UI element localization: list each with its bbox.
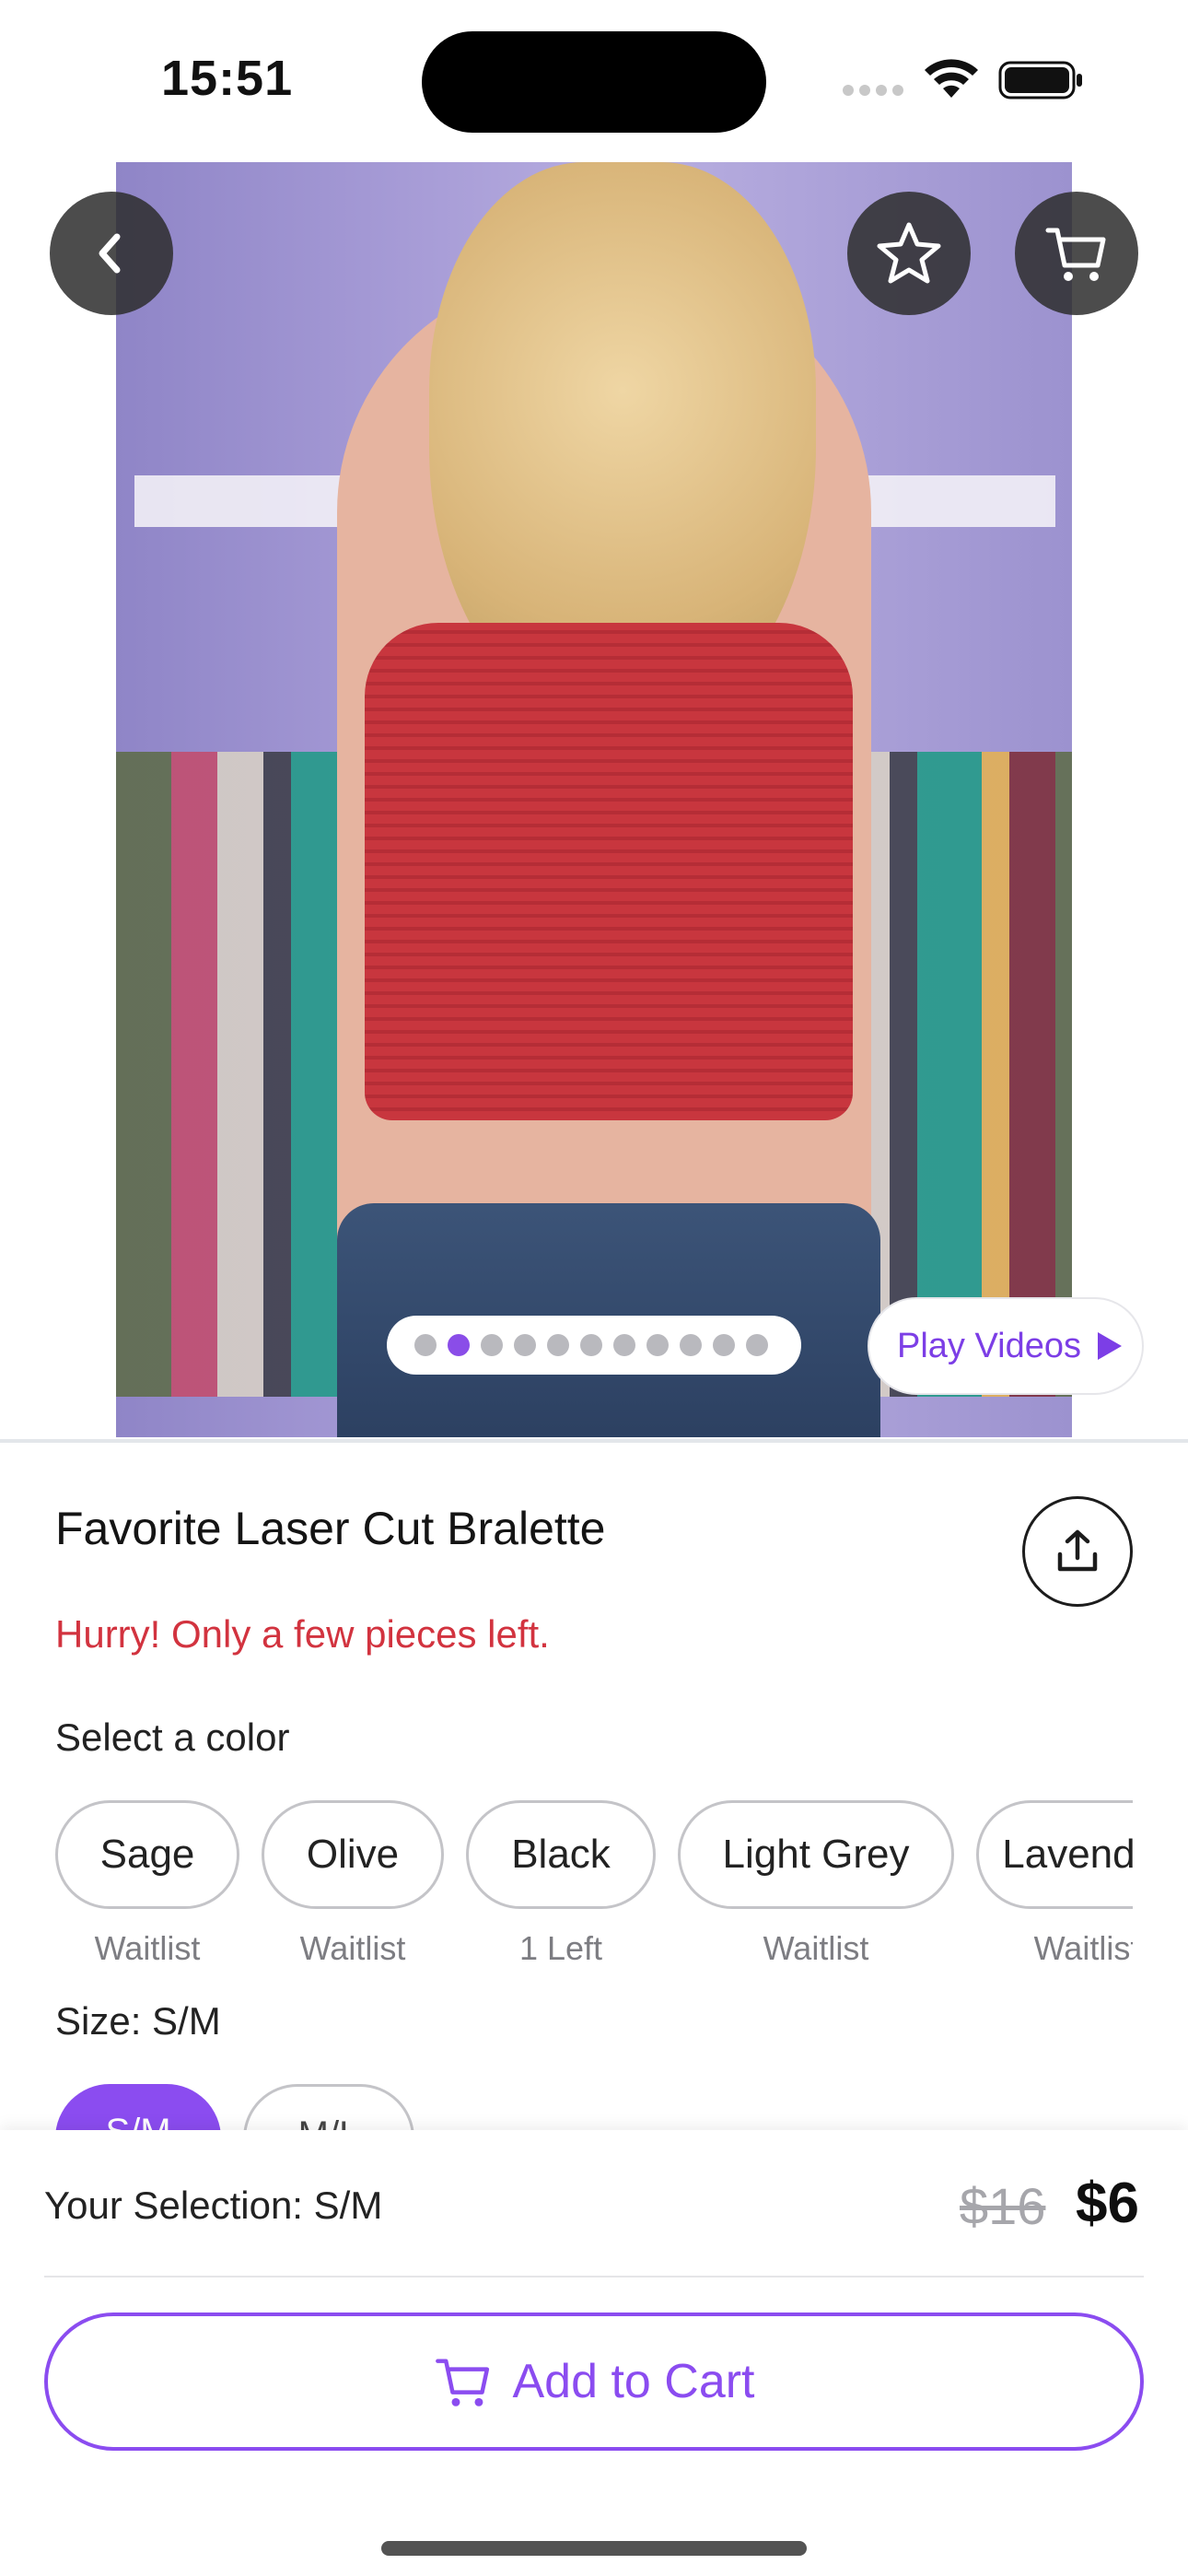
size-option-sm[interactable]: S/M bbox=[55, 2084, 221, 2132]
cellular-signal-icon bbox=[843, 85, 903, 98]
size-options: S/M M/L bbox=[55, 2084, 1133, 2132]
pagination-dot[interactable] bbox=[547, 1334, 569, 1356]
color-chip[interactable]: Sage bbox=[55, 1800, 239, 1909]
color-options: Sage Waitlist Olive Waitlist Black 1 Lef… bbox=[55, 1800, 1133, 1975]
color-option-lavender[interactable]: Lavender Waitlist bbox=[976, 1800, 1133, 1968]
pagination-dot[interactable] bbox=[448, 1334, 470, 1356]
selection-summary: Your Selection: S/M bbox=[44, 2184, 383, 2227]
pagination-dot[interactable] bbox=[613, 1334, 635, 1356]
home-indicator[interactable] bbox=[381, 2541, 807, 2556]
product-image[interactable] bbox=[116, 162, 1072, 1437]
share-icon bbox=[1057, 1529, 1098, 1572]
color-chip[interactable]: Olive bbox=[262, 1800, 444, 1909]
chevron-left-icon bbox=[99, 233, 121, 274]
favorite-button[interactable] bbox=[847, 192, 971, 315]
play-videos-label: Play Videos bbox=[897, 1326, 1081, 1365]
product-title: Favorite Laser Cut Bralette bbox=[55, 1503, 606, 1554]
add-to-cart-label: Add to Cart bbox=[512, 2355, 755, 2408]
color-chip[interactable]: Black bbox=[466, 1800, 656, 1909]
color-section-label: Select a color bbox=[55, 1715, 290, 1759]
color-option-black[interactable]: Black 1 Left bbox=[466, 1800, 656, 1968]
color-status: Waitlist bbox=[299, 1929, 406, 1967]
pagination-dot[interactable] bbox=[646, 1334, 669, 1356]
dynamic-island bbox=[422, 31, 766, 133]
pagination-dot[interactable] bbox=[713, 1334, 735, 1356]
red-bralette bbox=[365, 623, 853, 1120]
cart-icon bbox=[1045, 228, 1106, 281]
color-option-sage[interactable]: Sage Waitlist bbox=[55, 1800, 239, 1968]
color-option-olive[interactable]: Olive Waitlist bbox=[262, 1800, 444, 1968]
product-detail-screen: 15:51 Play Videos Favorite Laser Cut Bra… bbox=[0, 0, 1188, 2576]
play-videos-button[interactable]: Play Videos bbox=[868, 1297, 1144, 1395]
pagination-dot[interactable] bbox=[514, 1334, 536, 1356]
pagination-dot[interactable] bbox=[414, 1334, 437, 1356]
size-section-label: Size: S/M bbox=[55, 1999, 221, 2043]
size-option-ml[interactable]: M/L bbox=[243, 2084, 414, 2132]
color-status: Waitlist bbox=[1033, 1929, 1133, 1967]
stock-alert: Hurry! Only a few pieces left. bbox=[55, 1612, 550, 1656]
cart-button[interactable] bbox=[1015, 192, 1138, 315]
color-status: Waitlist bbox=[763, 1929, 869, 1967]
share-button[interactable] bbox=[1022, 1496, 1133, 1607]
pagination-dot[interactable] bbox=[680, 1334, 702, 1356]
color-option-light-grey[interactable]: Light Grey Waitlist bbox=[678, 1800, 954, 1968]
pagination-dot[interactable] bbox=[580, 1334, 602, 1356]
add-to-cart-button[interactable]: Add to Cart bbox=[44, 2313, 1144, 2451]
status-time: 15:51 bbox=[161, 51, 294, 106]
color-chip[interactable]: Lavender bbox=[976, 1800, 1133, 1909]
play-icon bbox=[1097, 1332, 1122, 1360]
pagination-dot[interactable] bbox=[746, 1334, 768, 1356]
pagination-dot[interactable] bbox=[481, 1334, 503, 1356]
color-chip[interactable]: Light Grey bbox=[678, 1800, 954, 1909]
battery-icon bbox=[998, 61, 1082, 100]
footer-divider bbox=[44, 2276, 1144, 2277]
wifi-icon bbox=[925, 59, 978, 98]
back-button[interactable] bbox=[50, 192, 173, 315]
color-status: 1 Left bbox=[518, 1929, 603, 1967]
cart-icon bbox=[436, 2359, 490, 2406]
section-divider bbox=[0, 1439, 1188, 1443]
original-price: $16 bbox=[960, 2177, 1046, 2235]
image-pagination-dots[interactable] bbox=[387, 1316, 801, 1375]
sale-price: $6 bbox=[1076, 2172, 1139, 2235]
color-status: Waitlist bbox=[94, 1929, 201, 1967]
star-icon bbox=[877, 222, 941, 284]
